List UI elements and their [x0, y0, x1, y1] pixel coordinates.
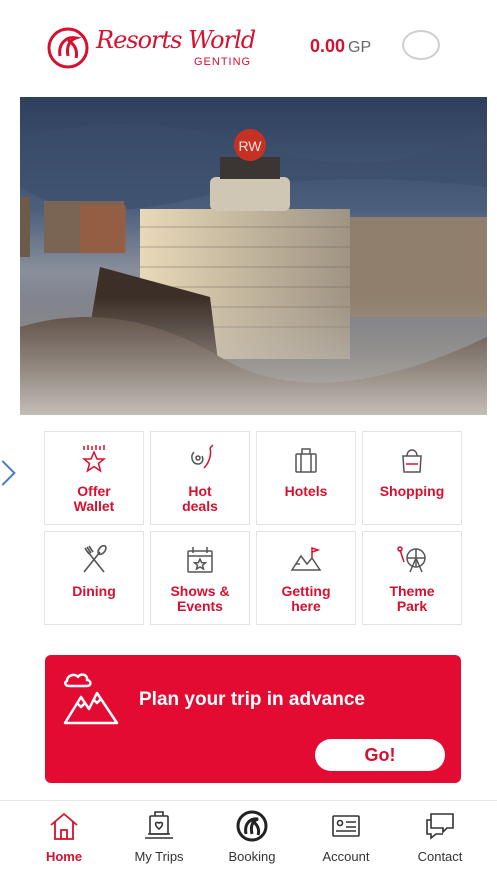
- app-header: Resorts World GENTING 0.00 GP: [0, 0, 497, 96]
- svg-text:RW: RW: [238, 138, 262, 154]
- nav-divider: [0, 800, 497, 801]
- chat-bubbles-icon: [426, 813, 454, 840]
- tile-hot-deals[interactable]: Hot deals: [150, 431, 250, 525]
- tile-label: Hotels: [284, 483, 328, 499]
- tile-theme-park[interactable]: Theme Park: [362, 531, 462, 625]
- rw-logo-icon: [236, 810, 268, 842]
- nav-item-my-trips[interactable]: My Trips: [119, 810, 199, 864]
- hero-image: RW: [20, 97, 487, 415]
- plan-trip-banner[interactable]: Plan your trip in advance Go!: [45, 655, 461, 783]
- nav-label: Booking: [228, 849, 276, 864]
- chili-pepper-icon: [191, 444, 214, 469]
- tile-label: Offer Wallet: [73, 483, 115, 514]
- left-edge-arrow-icon: [0, 460, 16, 486]
- tile-label: Theme Park: [389, 583, 435, 614]
- ferris-wheel-icon: [397, 546, 426, 573]
- logo-subtext: GENTING: [194, 56, 252, 68]
- points-value: 0.00: [310, 36, 346, 56]
- nav-label: Home: [45, 849, 83, 864]
- rw-logo-mark-icon: [47, 27, 89, 69]
- tile-offer-wallet[interactable]: Offer Wallet: [44, 431, 144, 525]
- nav-item-booking[interactable]: Booking: [212, 810, 292, 864]
- logo-text: Resorts World: [96, 26, 256, 54]
- tile-shows-events[interactable]: Shows & Events: [150, 531, 250, 625]
- tile-shopping[interactable]: Shopping: [362, 431, 462, 525]
- points-unit: GP: [348, 39, 372, 56]
- nav-item-contact[interactable]: Contact: [400, 810, 480, 864]
- avatar[interactable]: [402, 30, 440, 60]
- tile-label: Hot deals: [182, 483, 218, 514]
- bottom-nav: Home My Trips Booking Account Contact: [0, 802, 497, 870]
- tile-label: Shopping: [379, 483, 445, 499]
- id-card-icon: [332, 815, 360, 837]
- nav-label: Account: [322, 849, 370, 864]
- fork-spoon-icon: [83, 544, 107, 573]
- mountain-map-icon: [290, 546, 322, 571]
- offer-wallet-star-icon: [81, 445, 107, 473]
- home-icon: [50, 812, 78, 840]
- tile-hotels[interactable]: Hotels: [256, 431, 356, 525]
- tile-label: Getting here: [281, 583, 331, 614]
- nav-label: Contact: [417, 849, 463, 864]
- mountains-cloud-icon: [63, 673, 119, 725]
- resorts-world-logo: Resorts World GENTING: [46, 26, 256, 72]
- go-button[interactable]: Go!: [315, 739, 445, 771]
- tile-dining[interactable]: Dining: [44, 531, 144, 625]
- points-balance: 0.00 GP: [310, 36, 371, 57]
- tile-label: Shows & Events: [170, 583, 230, 614]
- calendar-star-icon: [187, 547, 213, 573]
- tile-getting-here[interactable]: Getting here: [256, 531, 356, 625]
- nav-item-home[interactable]: Home: [24, 810, 104, 864]
- nav-item-account[interactable]: Account: [306, 810, 386, 864]
- nav-label: My Trips: [134, 849, 184, 864]
- resort-photo-illustration: RW: [20, 97, 487, 415]
- suitcase-heart-icon: [145, 811, 173, 839]
- category-grid: Offer Wallet Hot deals Hotels Shopping D…: [44, 431, 462, 625]
- tile-label: Dining: [72, 583, 116, 599]
- plan-trip-title: Plan your trip in advance: [139, 689, 365, 710]
- luggage-icon: [295, 448, 317, 473]
- shopping-bag-icon: [402, 449, 422, 473]
